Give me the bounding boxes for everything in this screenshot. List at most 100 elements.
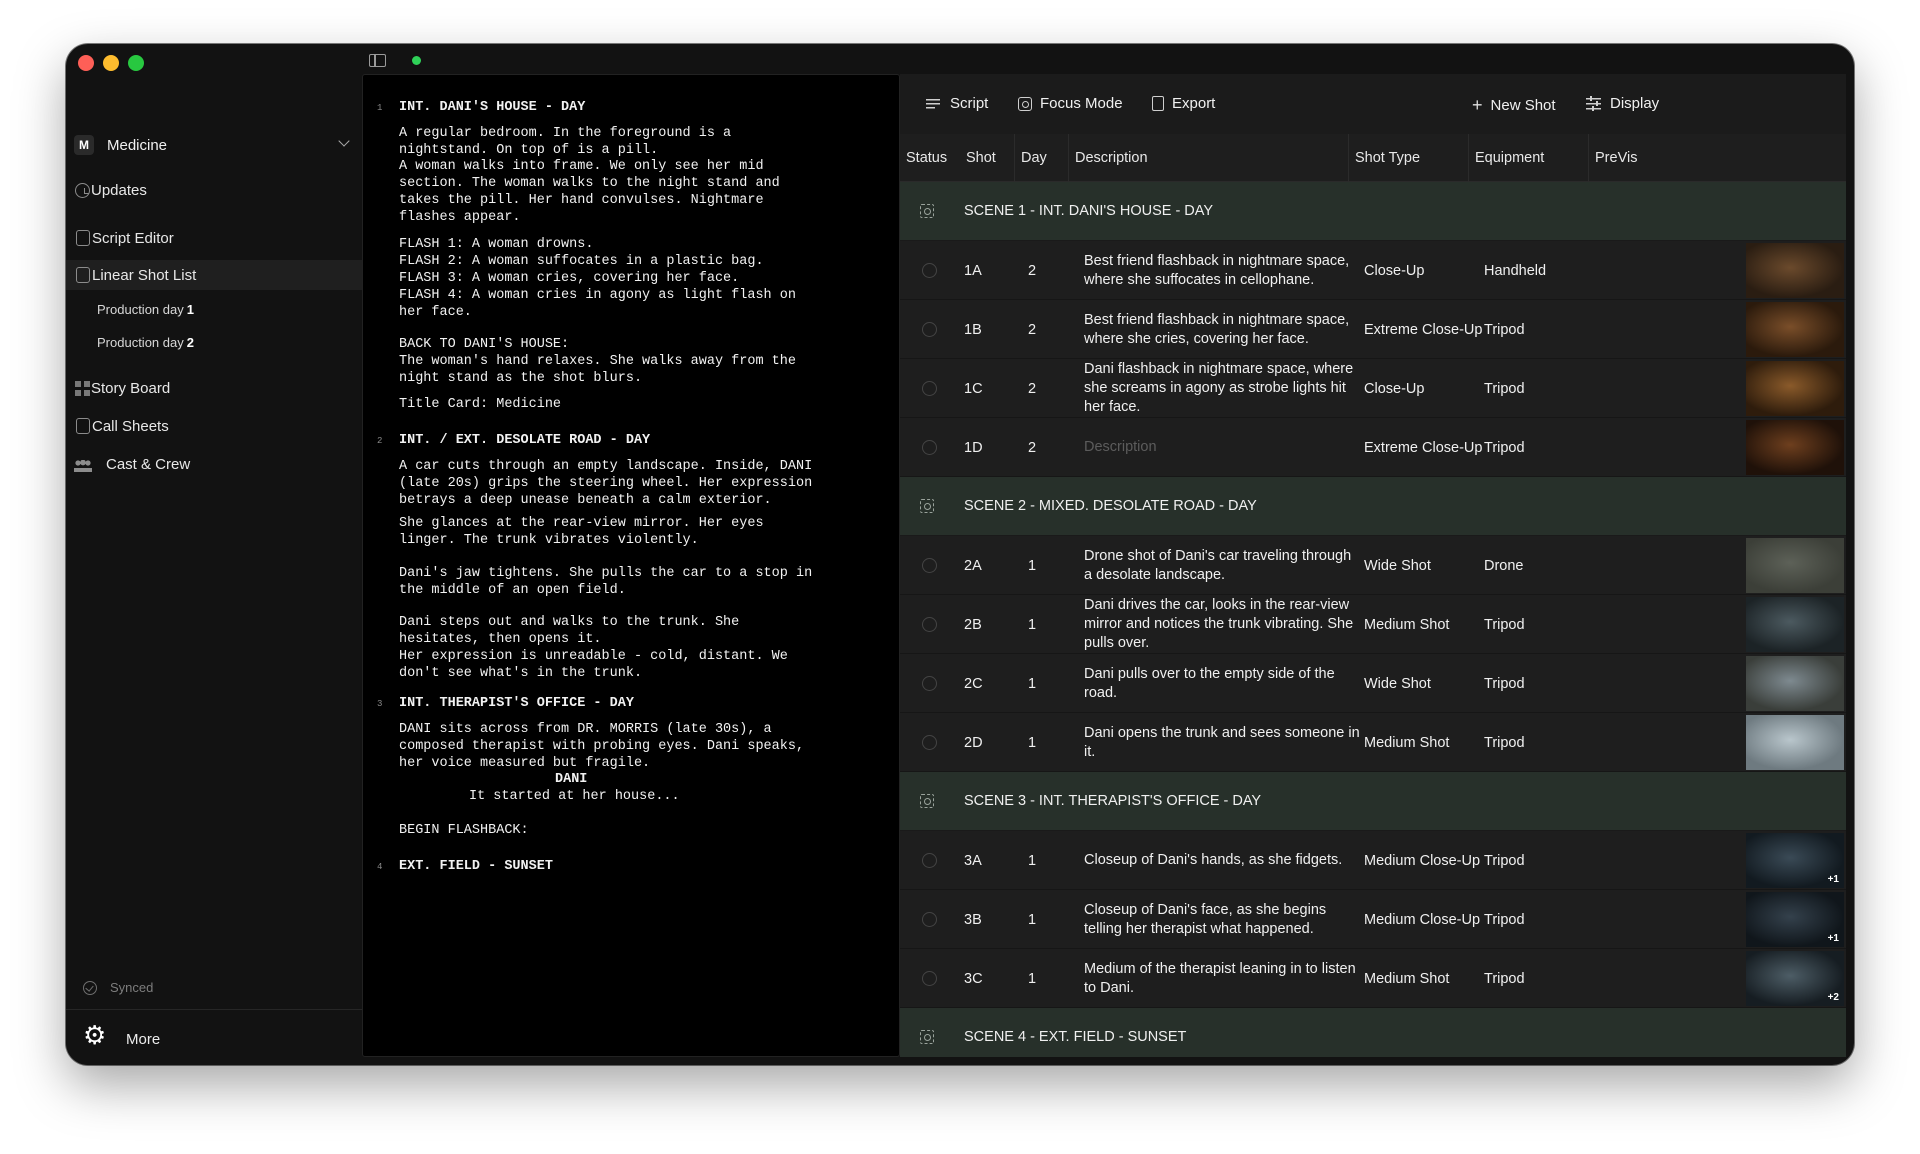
display-button[interactable]: Display bbox=[1586, 95, 1659, 112]
status-toggle[interactable] bbox=[922, 440, 937, 455]
sidebar-toggle-icon[interactable] bbox=[369, 54, 386, 67]
script-line[interactable]: BACK TO DANI'S HOUSE: bbox=[399, 337, 569, 354]
script-line[interactable]: It started at her house... bbox=[469, 789, 680, 806]
shot-type[interactable]: Wide Shot bbox=[1364, 654, 1431, 712]
sidebar-item-script-editor[interactable]: Script Editor bbox=[66, 223, 362, 253]
shot-description[interactable]: Dani pulls over to the empty side of the… bbox=[1084, 665, 1360, 703]
shot-equipment[interactable]: Tripod bbox=[1484, 890, 1525, 948]
shot-type[interactable]: Medium Close-Up bbox=[1364, 890, 1480, 948]
previs-thumbnail[interactable] bbox=[1746, 538, 1844, 593]
previs-thumbnail[interactable]: +1 bbox=[1746, 892, 1844, 947]
script-line[interactable]: linger. The trunk vibrates violently. bbox=[399, 533, 699, 550]
shot-equipment[interactable]: Tripod bbox=[1484, 418, 1525, 476]
script-line[interactable]: DANI sits across from DR. MORRIS (late 3… bbox=[399, 722, 772, 739]
shot-type[interactable]: Extreme Close-Up bbox=[1364, 418, 1482, 476]
script-line[interactable]: She glances at the rear-view mirror. Her… bbox=[399, 516, 764, 533]
script-line[interactable]: FLASH 1: A woman drowns. bbox=[399, 237, 593, 254]
sidebar-item-linear-shot-list[interactable]: Linear Shot List bbox=[66, 260, 362, 290]
script-line[interactable]: The woman's hand relaxes. She walks away… bbox=[399, 354, 796, 371]
shot-description[interactable]: Dani flashback in nightmare space, where… bbox=[1084, 360, 1360, 417]
status-toggle[interactable] bbox=[922, 263, 937, 278]
shot-type[interactable]: Medium Close-Up bbox=[1364, 831, 1480, 889]
script-line[interactable]: A woman walks into frame. We only see he… bbox=[399, 159, 764, 176]
minimize-window-button[interactable] bbox=[103, 55, 119, 71]
script-line[interactable]: don't see what's in the trunk. bbox=[399, 666, 642, 683]
shot-description[interactable]: Medium of the therapist leaning in to li… bbox=[1084, 960, 1360, 998]
script-line[interactable]: hesitates, then opens it. bbox=[399, 632, 602, 649]
shot-equipment[interactable]: Tripod bbox=[1484, 300, 1525, 358]
script-line[interactable]: betrays a deep unease beneath a calm ext… bbox=[399, 493, 772, 510]
shot-description[interactable]: Best friend flashback in nightmare space… bbox=[1084, 252, 1360, 290]
shot-description[interactable]: Dani drives the car, looks in the rear-v… bbox=[1084, 596, 1360, 653]
column-header-equipment[interactable]: Equipment bbox=[1468, 134, 1588, 182]
script-panel[interactable]: 1 INT. DANI'S HOUSE - DAY A regular bedroo… bbox=[362, 74, 900, 1057]
script-scene-heading[interactable]: INT. THERAPIST'S OFFICE - DAY bbox=[399, 696, 634, 713]
previs-thumbnail[interactable] bbox=[1746, 420, 1844, 475]
status-toggle[interactable] bbox=[922, 558, 937, 573]
script-scene-heading[interactable]: EXT. FIELD - SUNSET bbox=[399, 859, 553, 876]
scene-header-row[interactable]: SCENE 2 - MIXED. DESOLATE ROAD - DAY bbox=[900, 477, 1846, 536]
script-line[interactable]: Title Card: Medicine bbox=[399, 397, 561, 414]
script-line[interactable]: section. The woman walks to the night st… bbox=[399, 176, 780, 193]
script-line[interactable]: (late 20s) grips the steering wheel. Her… bbox=[399, 476, 812, 493]
shot-equipment[interactable]: Handheld bbox=[1484, 241, 1546, 299]
shot-equipment[interactable]: Tripod bbox=[1484, 595, 1525, 653]
shot-type[interactable]: Extreme Close-Up bbox=[1364, 300, 1482, 358]
shot-description[interactable]: Closeup of Dani's face, as she begins te… bbox=[1084, 901, 1360, 939]
shot-equipment[interactable]: Tripod bbox=[1484, 654, 1525, 712]
previs-thumbnail[interactable] bbox=[1746, 715, 1844, 770]
shot-equipment[interactable]: Tripod bbox=[1484, 831, 1525, 889]
shot-type[interactable]: Medium Shot bbox=[1364, 949, 1449, 1007]
sidebar-item-story-board[interactable]: Story Board bbox=[66, 373, 362, 403]
column-header-status[interactable]: Status bbox=[900, 134, 960, 182]
shot-description[interactable]: Description bbox=[1084, 438, 1157, 457]
shot-description[interactable]: Drone shot of Dani's car traveling throu… bbox=[1084, 547, 1360, 585]
sidebar-item-updates[interactable]: Updates bbox=[66, 175, 362, 205]
scene-focus-icon[interactable] bbox=[920, 1030, 934, 1044]
scene-focus-icon[interactable] bbox=[920, 499, 934, 513]
scene-header-row[interactable]: SCENE 4 - EXT. FIELD - SUNSET bbox=[900, 1008, 1846, 1057]
export-button[interactable]: Export bbox=[1152, 95, 1215, 112]
shot-equipment[interactable]: Tripod bbox=[1484, 359, 1525, 417]
zoom-window-button[interactable] bbox=[128, 55, 144, 71]
script-line[interactable]: composed therapist with probing eyes. Da… bbox=[399, 739, 804, 756]
script-line[interactable]: night stand as the shot blurs. bbox=[399, 371, 642, 388]
script-line[interactable]: FLASH 2: A woman suffocates in a plastic… bbox=[399, 254, 764, 271]
scene-header-row[interactable]: SCENE 3 - INT. THERAPIST'S OFFICE - DAY bbox=[900, 772, 1846, 831]
sidebar-item-cast-crew[interactable]: Cast & Crew bbox=[66, 449, 362, 479]
script-line[interactable]: FLASH 4: A woman cries in agony as light… bbox=[399, 288, 796, 305]
status-toggle[interactable] bbox=[922, 617, 937, 632]
table-row[interactable]: 1D 2 Description Extreme Close-Up Tripod bbox=[900, 418, 1846, 477]
script-line[interactable]: flashes appear. bbox=[399, 210, 521, 227]
shot-type[interactable]: Medium Shot bbox=[1364, 595, 1449, 653]
column-header-previs[interactable]: PreVis bbox=[1588, 134, 1846, 182]
shot-equipment[interactable]: Drone bbox=[1484, 536, 1524, 594]
script-line[interactable]: her voice measured but fragile. bbox=[399, 756, 650, 773]
table-row[interactable]: 2C 1 Dani pulls over to the empty side of … bbox=[900, 654, 1846, 713]
previs-thumbnail[interactable] bbox=[1746, 361, 1844, 416]
status-toggle[interactable] bbox=[922, 912, 937, 927]
shot-description[interactable]: Dani opens the trunk and sees someone in… bbox=[1084, 724, 1360, 762]
scene-focus-icon[interactable] bbox=[920, 794, 934, 808]
status-toggle[interactable] bbox=[922, 322, 937, 337]
column-header-day[interactable]: Day bbox=[1014, 134, 1068, 182]
shot-type[interactable]: Wide Shot bbox=[1364, 536, 1431, 594]
script-line[interactable]: the middle of an open field. bbox=[399, 583, 626, 600]
script-line[interactable]: her face. bbox=[399, 305, 472, 322]
script-line[interactable]: BEGIN FLASHBACK: bbox=[399, 823, 529, 840]
sidebar-subitem-production-day-2[interactable]: Production day 2 bbox=[97, 335, 194, 350]
script-line[interactable]: takes the pill. Her hand convulses. Nigh… bbox=[399, 193, 764, 210]
close-window-button[interactable] bbox=[78, 55, 94, 71]
shot-equipment[interactable]: Tripod bbox=[1484, 949, 1525, 1007]
previs-thumbnail[interactable] bbox=[1746, 243, 1844, 298]
previs-thumbnail[interactable] bbox=[1746, 302, 1844, 357]
table-row[interactable]: 1C 2 Dani flashback in nightmare space, wh… bbox=[900, 359, 1846, 418]
script-scene-heading[interactable]: INT. / EXT. DESOLATE ROAD - DAY bbox=[399, 433, 650, 450]
scene-focus-icon[interactable] bbox=[920, 204, 934, 218]
table-row[interactable]: 3C 1 Medium of the therapist leaning in to… bbox=[900, 949, 1846, 1008]
previs-thumbnail[interactable]: +1 bbox=[1746, 833, 1844, 888]
script-toggle-button[interactable]: Script bbox=[926, 95, 988, 112]
previs-thumbnail[interactable] bbox=[1746, 656, 1844, 711]
shot-description[interactable]: Best friend flashback in nightmare space… bbox=[1084, 311, 1360, 349]
scene-header-row[interactable]: SCENE 1 - INT. DANI'S HOUSE - DAY bbox=[900, 182, 1846, 241]
